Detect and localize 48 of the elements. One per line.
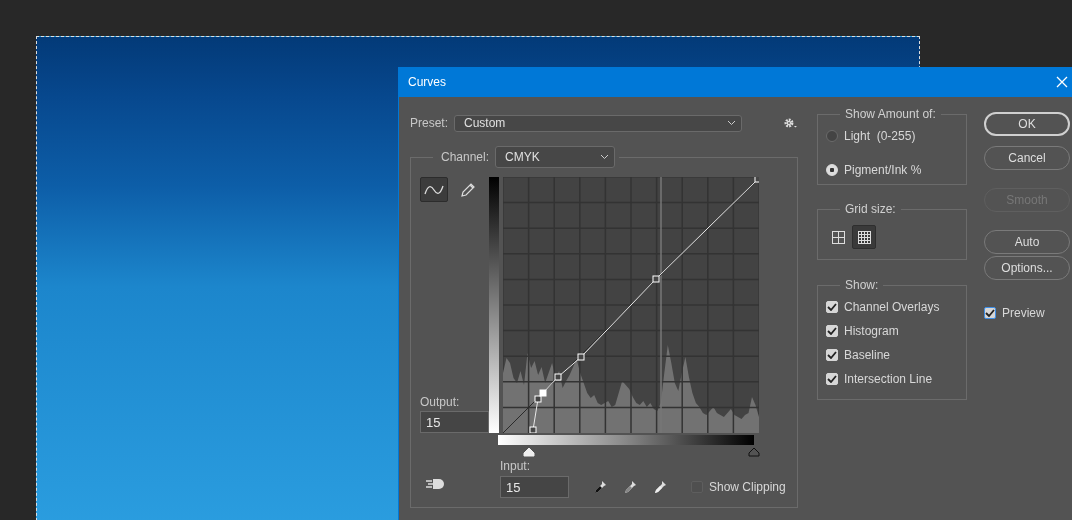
preview-checkbox[interactable] — [984, 307, 996, 319]
caret-icon — [727, 120, 737, 126]
curve-point[interactable] — [652, 275, 660, 283]
checkbox-label: Channel Overlays — [844, 300, 940, 314]
show-clipping-label: Show Clipping — [709, 480, 786, 494]
checkbox[interactable] — [826, 301, 838, 313]
grid-icon — [857, 230, 871, 244]
input-field[interactable]: 15 — [500, 476, 569, 498]
checkbox-label: Intersection Line — [844, 372, 933, 386]
fine-grid-button[interactable] — [852, 225, 876, 249]
input-slider-handle[interactable] — [748, 447, 760, 457]
caret-icon — [600, 154, 610, 160]
preview-label: Preview — [1002, 306, 1045, 320]
radio-button[interactable] — [826, 130, 838, 142]
output-field[interactable]: 15 — [420, 411, 489, 433]
dialog-button[interactable]: Options... — [984, 256, 1070, 280]
curve-point[interactable] — [534, 395, 542, 403]
curve-point[interactable] — [754, 177, 759, 183]
curve-point[interactable] — [529, 426, 537, 433]
checkbox[interactable] — [826, 349, 838, 361]
output-label: Output: — [420, 395, 461, 409]
checkbox[interactable] — [826, 325, 838, 337]
checkbox-label: Histogram — [844, 324, 899, 338]
target-adjust-icon[interactable] — [425, 476, 445, 490]
grid-size-title: Grid size: — [844, 202, 897, 216]
show-amount-title: Show Amount of: — [844, 107, 937, 121]
channel-dropdown[interactable]: CMYK — [495, 146, 616, 168]
channel-label: Channel: — [441, 150, 490, 164]
dialog-button[interactable]: Auto — [984, 230, 1070, 254]
preset-dropdown[interactable]: Custom — [454, 114, 743, 132]
show-title: Show: — [844, 278, 880, 292]
radio-label: Pigment/Ink % — [844, 163, 922, 177]
curve-point[interactable] — [577, 353, 585, 361]
curve-tool-button[interactable] — [420, 177, 448, 202]
dialog-button[interactable]: OK — [984, 112, 1070, 136]
pencil-icon — [460, 181, 476, 198]
radio-label: Light (0-255) — [844, 129, 916, 143]
checkbox[interactable] — [826, 373, 838, 385]
gear-icon[interactable] — [784, 117, 798, 129]
curve-icon — [424, 183, 444, 196]
preset-label: Preset: — [410, 116, 448, 130]
grid-icon — [831, 230, 845, 244]
input-label: Input: — [500, 459, 532, 473]
close-icon[interactable] — [1056, 76, 1068, 88]
checkbox-label: Baseline — [844, 348, 891, 362]
window-title: Curves — [408, 75, 446, 89]
dialog-button[interactable]: Cancel — [984, 146, 1070, 170]
curve-point[interactable] — [554, 373, 562, 381]
